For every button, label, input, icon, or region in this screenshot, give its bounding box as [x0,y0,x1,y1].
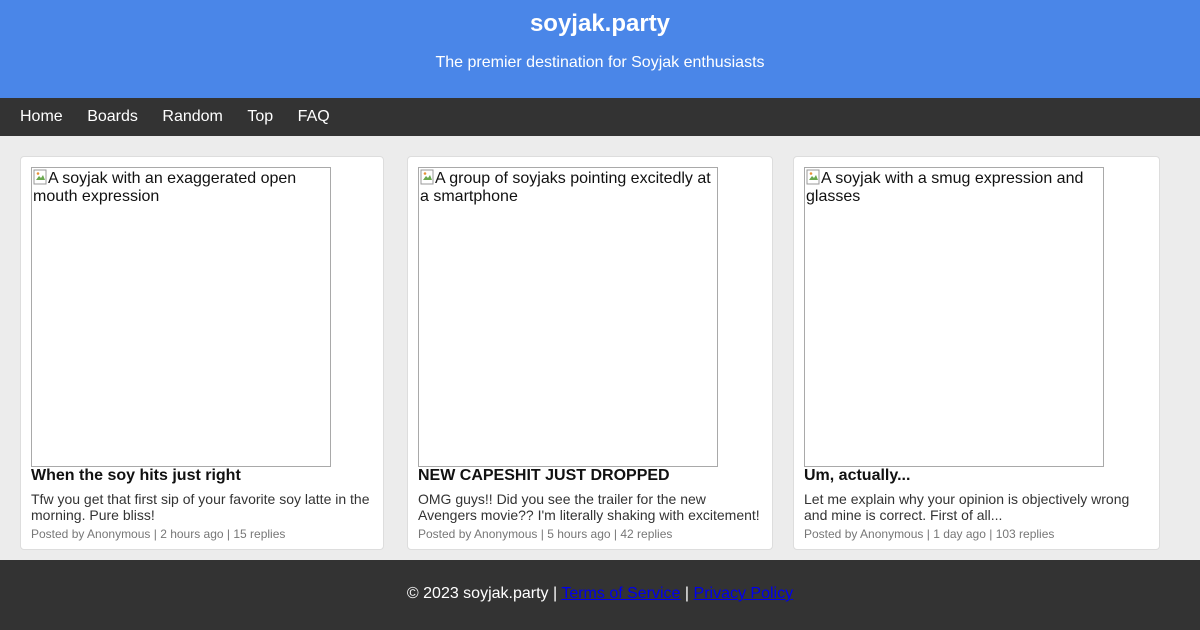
post-card[interactable]: A soyjak with a smug expression and glas… [793,156,1160,550]
nav-item-home[interactable]: Home [20,107,63,127]
nav-item-random[interactable]: Random [162,107,222,127]
main-nav: Home Boards Random Top FAQ [0,98,1200,136]
post-grid: A soyjak with an exaggerated open mouth … [20,156,1160,552]
post-title[interactable]: When the soy hits just right [31,467,241,485]
broken-image-icon [33,169,47,185]
post-excerpt: OMG guys!! Did you see the trailer for t… [418,491,760,523]
post-image[interactable]: A soyjak with a smug expression and glas… [804,167,1104,467]
post-meta: Posted by Anonymous | 5 hours ago | 42 r… [418,527,673,541]
site-footer: © 2023 soyjak.party | Terms of Service |… [0,560,1200,630]
broken-image-icon [420,169,434,185]
post-title[interactable]: NEW CAPESHIT JUST DROPPED [418,467,670,485]
post-image[interactable]: A group of soyjaks pointing excitedly at… [418,167,718,467]
privacy-policy-link[interactable]: Privacy Policy [694,585,794,602]
post-image-alt-text: A group of soyjaks pointing excitedly at… [420,170,711,205]
post-meta: Posted by Anonymous | 2 hours ago | 15 r… [31,527,286,541]
post-image[interactable]: A soyjak with an exaggerated open mouth … [31,167,331,467]
site-tagline: The premier destination for Soyjak enthu… [435,54,765,71]
site-header: soyjak.party The premier destination for… [0,0,1200,98]
nav-item-faq[interactable]: FAQ [298,107,330,127]
post-excerpt: Tfw you get that first sip of your favor… [31,491,370,523]
footer-separator: | [684,585,690,602]
nav-item-top[interactable]: Top [247,107,273,127]
post-meta: Posted by Anonymous | 1 day ago | 103 re… [804,527,1055,541]
post-image-alt-text: A soyjak with an exaggerated open mouth … [33,170,297,205]
terms-of-service-link[interactable]: Terms of Service [561,585,680,602]
broken-image-icon [806,169,820,185]
footer-copyright: © 2023 soyjak.party | [406,585,558,602]
post-title[interactable]: Um, actually... [804,467,910,485]
post-card[interactable]: A soyjak with an exaggerated open mouth … [20,156,384,550]
site-title[interactable]: soyjak.party [0,10,1200,38]
nav-item-boards[interactable]: Boards [87,107,138,127]
post-excerpt: Let me explain why your opinion is objec… [804,491,1130,523]
post-card[interactable]: A group of soyjaks pointing excitedly at… [407,156,773,550]
post-image-alt-text: A soyjak with a smug expression and glas… [806,170,1084,205]
